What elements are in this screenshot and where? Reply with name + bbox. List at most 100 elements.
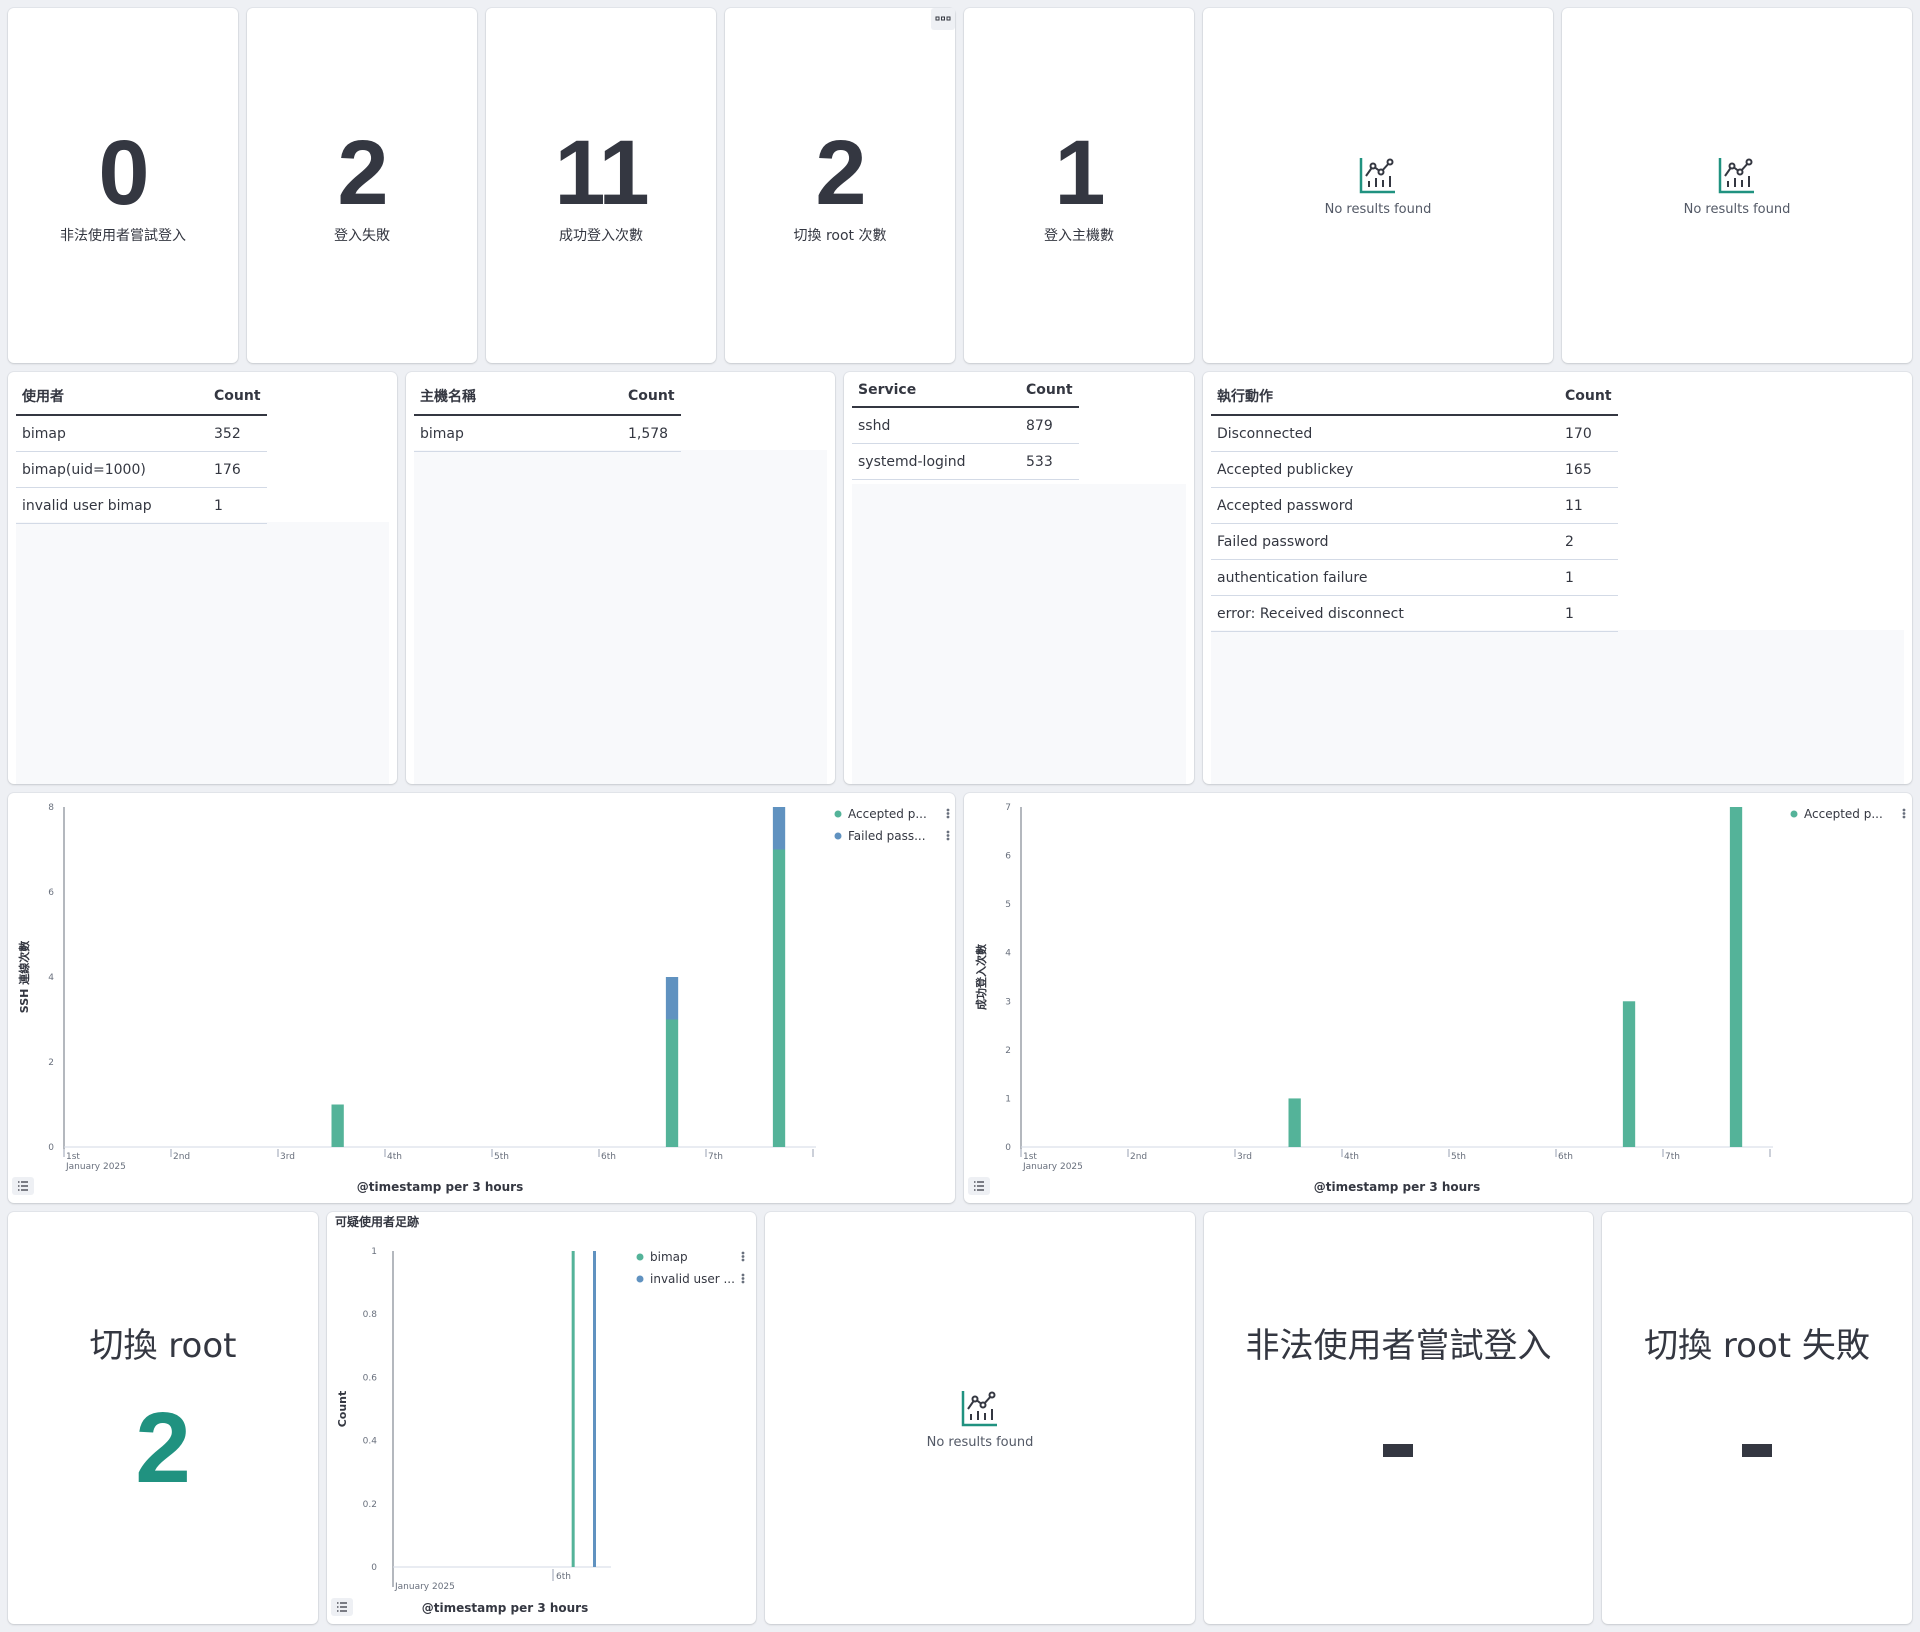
ssh-connections-chart: 0 2 4 6 8 1st 2nd 3rd 4th 5th 6th 7th January 2025 SS… xyxy=(12,803,950,1195)
more-vertical-icon-dot xyxy=(1902,812,1906,815)
chart-empty-icon xyxy=(961,1390,997,1426)
more-vertical-icon-dot xyxy=(741,1255,745,1258)
y-tick-label: 0 xyxy=(371,1563,377,1573)
column-header-service[interactable]: Service xyxy=(852,374,1020,408)
column-header-hostname[interactable]: 主機名稱 xyxy=(414,378,622,416)
table-row: bimap 1,578 xyxy=(414,415,681,452)
metric-panel-login-failed: 2 登入失敗 xyxy=(247,8,477,363)
table-empty-area xyxy=(16,522,389,784)
x-tick-label: 5th xyxy=(494,1152,509,1162)
y-tick-label: 4 xyxy=(48,973,54,983)
y-tick-label: 0.6 xyxy=(363,1373,378,1383)
bar xyxy=(571,1251,575,1567)
metric-label: 登入主機數 xyxy=(1044,227,1114,244)
legend-swatch xyxy=(636,1275,644,1283)
metric-value: 11 xyxy=(554,121,649,224)
no-results-panel-3: No results found xyxy=(765,1212,1195,1624)
y-tick-label: 0 xyxy=(1005,1143,1011,1153)
table-cell: 11 xyxy=(1559,487,1618,524)
bar xyxy=(665,977,679,1020)
metric-panel-illegal-login: 0 非法使用者嘗試登入 xyxy=(8,8,238,363)
table-cell: invalid user bimap xyxy=(16,487,208,524)
x-tick-label: 4th xyxy=(387,1152,402,1162)
metric-label: 切換 root 次數 xyxy=(793,227,887,244)
legend-swatch xyxy=(834,832,842,840)
column-header-user[interactable]: 使用者 xyxy=(16,378,208,416)
y-tick-label: 2 xyxy=(1005,1046,1011,1056)
more-vertical-icon-dot xyxy=(741,1273,745,1277)
metric-value: 2 xyxy=(135,1392,191,1504)
metric-value: 1 xyxy=(1054,121,1105,224)
legend-toggle-icon[interactable] xyxy=(968,1177,990,1195)
x-tick-label: 6th xyxy=(556,1572,571,1582)
more-vertical-icon-dot xyxy=(1902,808,1906,812)
metric-label: 非法使用者嘗試登入 xyxy=(60,227,186,244)
x-axis-title: @timestamp per 3 hours xyxy=(357,1180,523,1194)
table-cell: error: Received disconnect xyxy=(1211,595,1559,632)
column-header-action[interactable]: 執行動作 xyxy=(1211,378,1559,416)
bar xyxy=(331,1104,344,1147)
column-header-count[interactable]: Count xyxy=(622,378,681,416)
more-vertical-icon-dot xyxy=(946,830,950,834)
legend-label: Failed pass... xyxy=(848,829,926,843)
table-row: systemd-logind 533 xyxy=(852,443,1079,480)
metric-panel-login-success: 11 成功登入次數 xyxy=(486,8,716,363)
table-cell: Disconnected xyxy=(1211,415,1559,452)
table-empty-area xyxy=(1211,630,1904,784)
table-row: invalid user bimap 1 xyxy=(16,487,267,524)
y-tick-label: 6 xyxy=(1005,852,1011,862)
panel-options-button[interactable] xyxy=(931,8,955,30)
x-axis-title: @timestamp per 3 hours xyxy=(1314,1180,1480,1194)
column-header-count[interactable]: Count xyxy=(1020,374,1079,408)
no-results-text: No results found xyxy=(926,1434,1034,1450)
column-header-count[interactable]: Count xyxy=(1559,378,1618,416)
table-cell: 170 xyxy=(1559,415,1618,452)
bar xyxy=(593,1251,596,1567)
table-empty-area xyxy=(852,484,1186,784)
bar xyxy=(1622,1001,1636,1147)
y-tick-label: 7 xyxy=(1005,803,1011,813)
table-row: Failed password 2 xyxy=(1211,523,1618,560)
bar xyxy=(772,849,786,1147)
bar xyxy=(772,807,786,850)
table-cell: bimap xyxy=(414,415,622,452)
x-tick-label: 4th xyxy=(1344,1152,1359,1162)
legend-swatch xyxy=(1790,810,1798,818)
table-cell: Failed password xyxy=(1211,523,1559,560)
metric-value: 0 xyxy=(98,121,149,224)
more-vertical-icon-dot xyxy=(946,815,950,819)
table-cell: Accepted publickey xyxy=(1211,451,1559,488)
legend-label: invalid user ... xyxy=(650,1272,735,1286)
metric-title: 切換 root 失敗 xyxy=(1644,1326,1870,1366)
table-cell: 879 xyxy=(1020,407,1079,444)
illegal-login-metric-panel: 非法使用者嘗試登入 - xyxy=(1204,1212,1593,1624)
services-table-panel: Service Count sshd 879 systemd-logind 533 xyxy=(844,372,1194,784)
legend-toggle-icon[interactable] xyxy=(331,1598,353,1616)
column-header-count[interactable]: Count xyxy=(208,378,267,416)
chart-title: 可疑使用者足跡 xyxy=(335,1214,419,1229)
y-tick-label: 0.2 xyxy=(363,1500,377,1510)
metric-value: 2 xyxy=(337,121,388,224)
table-cell: Accepted password xyxy=(1211,487,1559,524)
x-tick-label: 3rd xyxy=(1237,1152,1252,1162)
actions-table-panel: 執行動作 Count Disconnected 170 Accepted publ… xyxy=(1203,372,1912,784)
table-row: bimap(uid=1000) 176 xyxy=(16,451,267,488)
legend-label: Accepted p... xyxy=(1804,807,1883,821)
x-tick-label: 2nd xyxy=(1130,1152,1147,1162)
table-row: Accepted password 11 xyxy=(1211,487,1618,524)
more-vertical-icon-dot xyxy=(946,834,950,837)
y-tick-label: 2 xyxy=(48,1058,54,1068)
y-tick-label: 0 xyxy=(48,1143,54,1153)
more-vertical-icon-dot xyxy=(741,1277,745,1280)
more-vertical-icon-dot xyxy=(741,1280,745,1284)
no-results-panel-2: No results found xyxy=(1562,8,1912,363)
legend-label: Accepted p... xyxy=(848,807,927,821)
legend-toggle-icon[interactable] xyxy=(12,1177,34,1195)
table-cell: authentication failure xyxy=(1211,559,1559,596)
y-tick-label: 1 xyxy=(1005,1094,1011,1104)
x-tick-sublabel: January 2025 xyxy=(65,1162,126,1172)
no-results-text: No results found xyxy=(1324,202,1432,217)
more-vertical-icon-dot xyxy=(741,1258,745,1262)
table-row: sshd 879 xyxy=(852,407,1079,444)
y-tick-label: 8 xyxy=(48,803,54,813)
